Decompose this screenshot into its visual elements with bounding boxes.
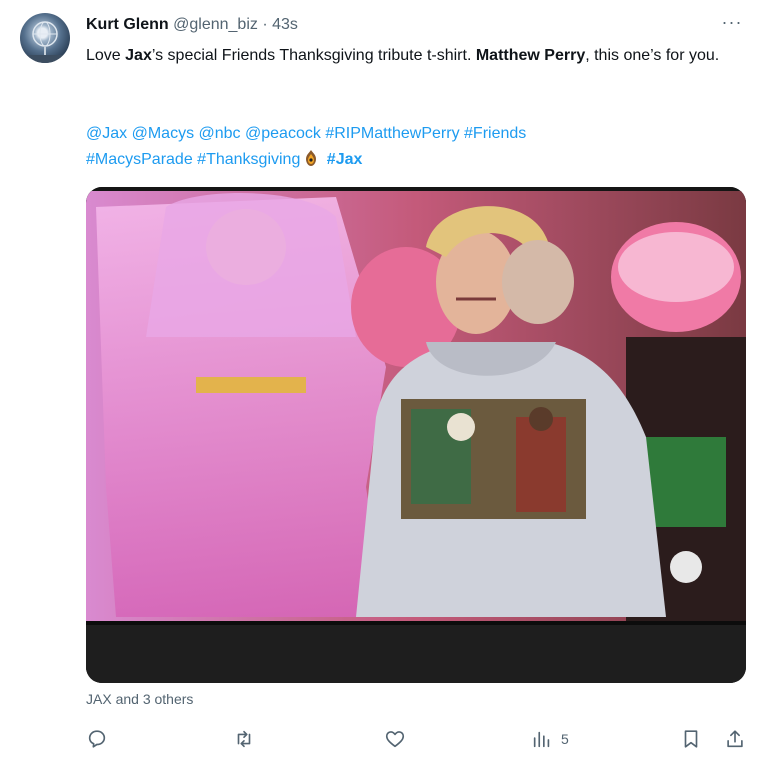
author-name[interactable]: Kurt Glenn <box>86 16 169 33</box>
globe-avatar-image <box>26 21 64 63</box>
bookmark-icon <box>684 730 698 748</box>
author-handle[interactable]: @glenn_biz <box>173 16 258 33</box>
hashflag-icon <box>303 149 319 176</box>
tag-link[interactable]: #Friends <box>464 125 526 142</box>
retweet-icon <box>237 730 251 748</box>
like-button[interactable] <box>384 726 406 752</box>
text-part-1: Love <box>86 47 126 64</box>
tweet: Kurt Glenn @glenn_biz · 43s ··· Love Jax… <box>0 0 768 763</box>
liked-by-text[interactable]: JAX and 3 others <box>86 689 193 709</box>
share-button[interactable] <box>724 726 746 752</box>
tweet-tags: @Jax @Macys @nbc @peacock #RIPMatthewPer… <box>86 121 754 176</box>
views-count: 5 <box>561 731 569 747</box>
tv-screen-photo <box>86 187 746 683</box>
tag-link-jax[interactable]: #Jax <box>327 151 363 168</box>
tag-link[interactable]: #RIPMatthewPerry <box>325 125 459 142</box>
tag-link[interactable]: @Macys <box>132 125 194 142</box>
mention-jax-bold: Jax <box>125 47 152 64</box>
reply-button[interactable] <box>86 726 108 752</box>
tag-link[interactable]: @Jax <box>86 125 127 142</box>
reply-icon <box>88 730 106 748</box>
text-part-2: ’s special Friends Thanksgiving tribute … <box>151 47 476 64</box>
more-options-icon[interactable]: ··· <box>717 13 747 34</box>
tweet-media-photo[interactable] <box>86 187 746 683</box>
tag-link[interactable]: #MacysParade <box>86 151 193 168</box>
tag-link[interactable]: @nbc <box>199 125 241 142</box>
timestamp[interactable]: 43s <box>272 16 298 33</box>
views-button[interactable]: 5 <box>531 726 569 752</box>
tweet-header: Kurt Glenn @glenn_biz · 43s <box>86 14 298 36</box>
tag-link[interactable]: @peacock <box>245 125 321 142</box>
tweet-text: Love Jax’s special Friends Thanksgiving … <box>86 44 754 68</box>
views-icon <box>533 731 550 748</box>
heart-icon <box>385 731 405 748</box>
retweet-button[interactable] <box>233 726 255 752</box>
separator: · <box>262 16 268 33</box>
avatar[interactable] <box>20 13 70 63</box>
matthew-perry-bold: Matthew Perry <box>475 47 586 64</box>
tags-line-2: #MacysParade #Thanksgiving #Jax <box>86 147 754 176</box>
tag-link[interactable]: #Thanksgiving <box>197 151 300 168</box>
text-part-3: , this one’s for you. <box>585 47 720 64</box>
share-icon <box>727 730 743 748</box>
bookmark-button[interactable] <box>680 726 702 752</box>
tags-line-1: @Jax @Macys @nbc @peacock #RIPMatthewPer… <box>86 121 754 147</box>
action-bar: 5 <box>86 726 754 752</box>
